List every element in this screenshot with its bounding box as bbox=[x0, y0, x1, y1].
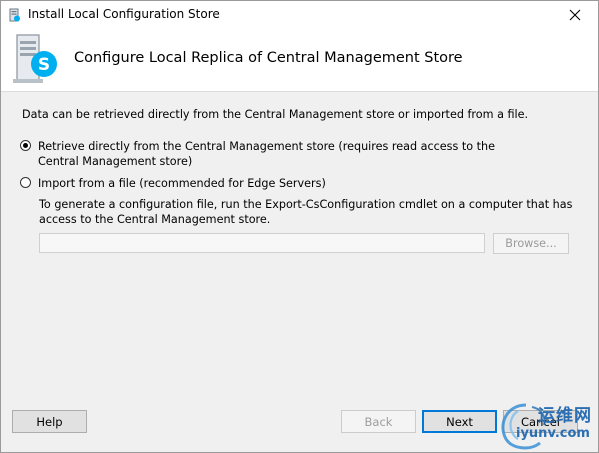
option-retrieve-directly[interactable]: Retrieve directly from the Central Manag… bbox=[20, 139, 538, 169]
next-button[interactable]: Next bbox=[422, 410, 497, 433]
radio-retrieve-directly[interactable] bbox=[20, 140, 31, 151]
description-text: Data can be retrieved directly from the … bbox=[22, 108, 529, 121]
main-content: Data can be retrieved directly from the … bbox=[1, 92, 598, 392]
option-label[interactable]: Import from a file (recommended for Edge… bbox=[38, 176, 538, 191]
skype-server-icon: S bbox=[13, 34, 57, 83]
svg-text:S: S bbox=[38, 55, 50, 75]
close-icon bbox=[569, 9, 581, 21]
import-help-text: To generate a configuration file, run th… bbox=[39, 198, 573, 226]
back-button[interactable]: Back bbox=[341, 410, 416, 433]
cancel-button[interactable]: Cancel bbox=[503, 410, 578, 433]
server-app-icon bbox=[9, 8, 20, 22]
radio-import-file[interactable] bbox=[20, 177, 31, 188]
browse-button[interactable]: Browse... bbox=[493, 233, 569, 254]
option-label[interactable]: Retrieve directly from the Central Manag… bbox=[38, 139, 538, 169]
option-import-file[interactable]: Import from a file (recommended for Edge… bbox=[20, 176, 538, 191]
installer-window: Install Local Configuration Store S Conf… bbox=[0, 0, 599, 453]
window-title: Install Local Configuration Store bbox=[28, 7, 220, 21]
file-path-input[interactable] bbox=[39, 233, 485, 253]
close-button[interactable] bbox=[552, 1, 598, 29]
title-bar: Install Local Configuration Store bbox=[1, 1, 598, 29]
page-header: S Configure Local Replica of Central Man… bbox=[1, 29, 598, 92]
help-button[interactable]: Help bbox=[12, 410, 87, 433]
page-title: Configure Local Replica of Central Manag… bbox=[74, 50, 463, 66]
